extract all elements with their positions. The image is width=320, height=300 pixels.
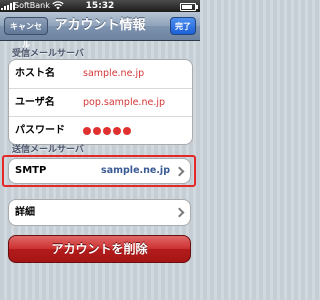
smtp-row[interactable]: SMTP sample.ne.jp xyxy=(8,158,191,184)
chevron-right-icon xyxy=(174,207,185,218)
status-bar: SoftBank 15:32 xyxy=(0,0,200,12)
password-dot xyxy=(113,127,121,135)
delete-account-button[interactable]: アカウントを削除 xyxy=(8,235,191,263)
advanced-row[interactable]: 詳細 xyxy=(8,199,191,226)
hostname-label: ホスト名 xyxy=(15,68,55,79)
username-label: ユーザ名 xyxy=(15,97,55,108)
smtp-server-value: sample.ne.jp xyxy=(101,165,170,176)
password-dot xyxy=(93,127,101,135)
password-label: パスワード xyxy=(15,125,65,136)
clock: 15:32 xyxy=(85,1,115,11)
username-field[interactable]: pop.sample.ne.jp xyxy=(83,89,165,117)
outgoing-server-header: 送信メールサーバ xyxy=(12,145,84,155)
cancel-button[interactable]: キャンセル xyxy=(4,17,48,49)
smtp-label: SMTP xyxy=(15,165,47,176)
chevron-right-icon xyxy=(174,166,185,177)
password-dot xyxy=(103,127,111,135)
password-row[interactable]: パスワード xyxy=(9,116,192,144)
advanced-label: 詳細 xyxy=(15,207,35,218)
password-dot xyxy=(83,127,91,135)
navigation-bar: アカウント情報 キャンセル 完了 xyxy=(0,12,200,49)
battery-icon xyxy=(180,3,198,11)
incoming-server-group: ホスト名 sample.ne.jp ユーザ名 pop.sample.ne.jp … xyxy=(8,59,193,145)
password-dot xyxy=(123,127,131,135)
password-field[interactable] xyxy=(83,127,131,135)
hostname-row[interactable]: ホスト名 sample.ne.jp xyxy=(9,60,192,88)
done-button[interactable]: 完了 xyxy=(170,17,196,35)
incoming-server-header: 受信メールサーバ xyxy=(12,49,84,59)
hostname-field[interactable]: sample.ne.jp xyxy=(83,60,144,88)
username-row[interactable]: ユーザ名 pop.sample.ne.jp xyxy=(9,88,192,116)
